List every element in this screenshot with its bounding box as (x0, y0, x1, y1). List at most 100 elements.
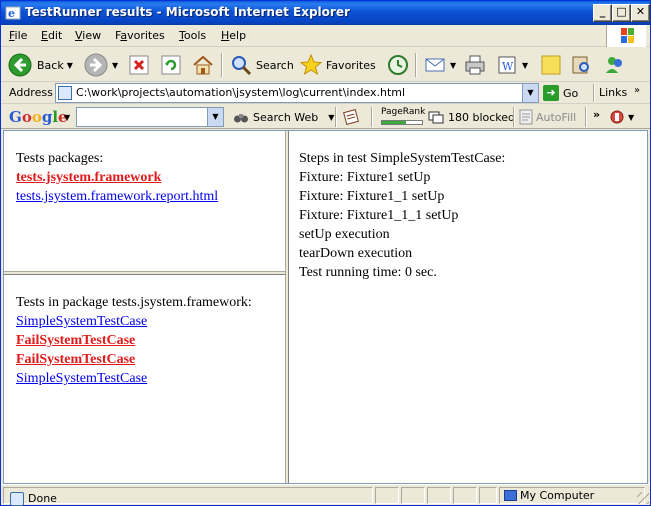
zone-label: My Computer (520, 489, 595, 502)
refresh-button[interactable] (159, 52, 183, 78)
research-button[interactable] (569, 52, 593, 78)
toolbar-separator (415, 53, 417, 77)
menu-edit[interactable]: Edit (41, 29, 62, 42)
standard-toolbar: Back ▼ ▼ Search Favorites ▼ W ▼ (1, 48, 650, 82)
favorites-button[interactable]: Favorites (299, 52, 376, 78)
window-title: TestRunner results - Microsoft Internet … (25, 5, 350, 19)
pagerank-indicator[interactable]: PageRank (381, 107, 426, 127)
test-link[interactable]: SimpleSystemTestCase (16, 369, 285, 388)
google-search-dropdown-icon[interactable]: ▼ (207, 108, 223, 126)
browser-window: e TestRunner results - Microsoft Interne… (0, 0, 651, 506)
status-cell (427, 487, 451, 504)
page-done-icon (10, 492, 24, 506)
windows-logo-icon (606, 25, 646, 47)
package-link[interactable]: tests.jsystem.framework.report.html (16, 187, 285, 206)
page-content: Tests packages: tests.jsystem.framework … (3, 130, 648, 484)
blocked-count: 180 blocked (448, 110, 516, 124)
status-bar: Done My Computer (1, 484, 650, 506)
notes-icon (541, 55, 561, 75)
back-button[interactable]: Back ▼ (7, 52, 73, 78)
forward-button[interactable]: ▼ (83, 52, 118, 78)
refresh-icon (161, 55, 181, 75)
google-menu-dropdown-icon[interactable]: ▼ (64, 113, 70, 122)
step-line: setUp execution (299, 227, 390, 242)
search-web-dropdown-icon[interactable]: ▼ (328, 113, 334, 122)
svg-text:e: e (8, 7, 15, 20)
favorites-star-icon (299, 53, 323, 76)
autofill-button[interactable]: AutoFill (519, 109, 576, 125)
test-link[interactable]: SimpleSystemTestCase (16, 312, 285, 331)
resize-grip[interactable] (637, 492, 649, 504)
print-button[interactable] (463, 52, 487, 78)
pagerank-label: PageRank (381, 107, 426, 117)
popup-blocker-icon (428, 111, 444, 124)
running-time: Test running time: 0 sec. (299, 265, 437, 280)
menu-favorites[interactable]: Favorites (115, 29, 165, 42)
search-label: Search (256, 58, 294, 72)
address-input[interactable]: C:\work\projects\automation\jsystem\log\… (55, 83, 539, 103)
go-button[interactable]: ➜ Go (543, 84, 578, 102)
packages-heading: Tests packages: (16, 151, 104, 166)
address-dropdown-icon[interactable]: ▼ (522, 84, 538, 102)
menu-file[interactable]: File (9, 29, 27, 42)
history-icon (388, 55, 408, 75)
links-chevron-icon[interactable]: » (634, 85, 640, 96)
test-link-failed[interactable]: FailSystemTestCase (16, 350, 285, 369)
search-button[interactable]: Search (229, 52, 294, 78)
page-icon (58, 86, 72, 100)
messenger-button[interactable] (603, 52, 627, 78)
mail-button[interactable]: ▼ (423, 52, 456, 78)
status-text: Done (28, 492, 57, 505)
search-web-button[interactable]: Search Web ▼ (233, 109, 334, 125)
research-icon (572, 56, 589, 74)
google-options-button[interactable]: ▼ (609, 109, 634, 125)
forward-dropdown-icon[interactable]: ▼ (112, 61, 118, 70)
more-chevron-icon[interactable]: » (593, 108, 600, 121)
autofill-icon (519, 109, 533, 125)
home-button[interactable] (191, 52, 215, 78)
menu-tools[interactable]: Tools (179, 29, 206, 42)
maximize-button[interactable]: □ (612, 4, 631, 22)
status-cell (401, 487, 425, 504)
back-arrow-icon (8, 53, 32, 77)
links-button[interactable]: Links (599, 86, 627, 99)
mail-dropdown-icon[interactable]: ▼ (450, 61, 456, 70)
back-dropdown-icon[interactable]: ▼ (67, 61, 73, 70)
close-button[interactable]: ✕ (631, 4, 650, 22)
edit-button[interactable]: W ▼ (495, 52, 528, 78)
status-cell (479, 487, 497, 504)
title-bar[interactable]: e TestRunner results - Microsoft Interne… (1, 1, 650, 25)
minimize-button[interactable]: _ (593, 4, 612, 22)
history-button[interactable] (386, 52, 410, 78)
stop-button[interactable] (127, 52, 151, 78)
discuss-button[interactable] (539, 52, 563, 78)
step-line: Fixture: Fixture1_1_1 setUp (299, 208, 459, 223)
ie-icon: e (5, 6, 21, 20)
news-button[interactable] (343, 109, 359, 125)
google-toolbar: Google ▼ ▼ Search Web ▼ PageRank 180 blo… (1, 105, 650, 129)
popup-blocker-button[interactable]: 180 blocked (428, 109, 515, 125)
pagerank-fill (382, 121, 406, 124)
test-link-failed[interactable]: FailSystemTestCase (16, 331, 285, 350)
word-edit-icon: W (498, 56, 516, 74)
menu-view[interactable]: View (75, 29, 101, 42)
menu-help[interactable]: Help (221, 29, 246, 42)
options-dropdown-icon[interactable]: ▼ (628, 113, 634, 122)
messenger-icon (606, 57, 622, 73)
address-bar: Address C:\work\projects\automation\jsys… (1, 82, 650, 104)
package-link-failed[interactable]: tests.jsystem.framework (16, 168, 285, 187)
packages-frame: Tests packages: tests.jsystem.framework … (4, 131, 285, 271)
step-line: Fixture: Fixture1 setUp (299, 170, 431, 185)
address-url[interactable]: C:\work\projects\automation\jsystem\log\… (76, 86, 405, 99)
google-logo[interactable]: Google (9, 108, 68, 126)
steps-heading: Steps in test SimpleSystemTestCase: (299, 151, 506, 166)
edit-dropdown-icon[interactable]: ▼ (522, 61, 528, 70)
status-main: Done (3, 487, 373, 506)
security-zone[interactable]: My Computer (499, 487, 645, 504)
forward-arrow-icon (84, 53, 108, 77)
search-web-label: Search Web (253, 110, 319, 124)
google-search-input[interactable]: ▼ (76, 107, 224, 127)
back-label: Back (37, 58, 64, 72)
home-icon (193, 55, 213, 75)
mail-icon (425, 58, 445, 72)
